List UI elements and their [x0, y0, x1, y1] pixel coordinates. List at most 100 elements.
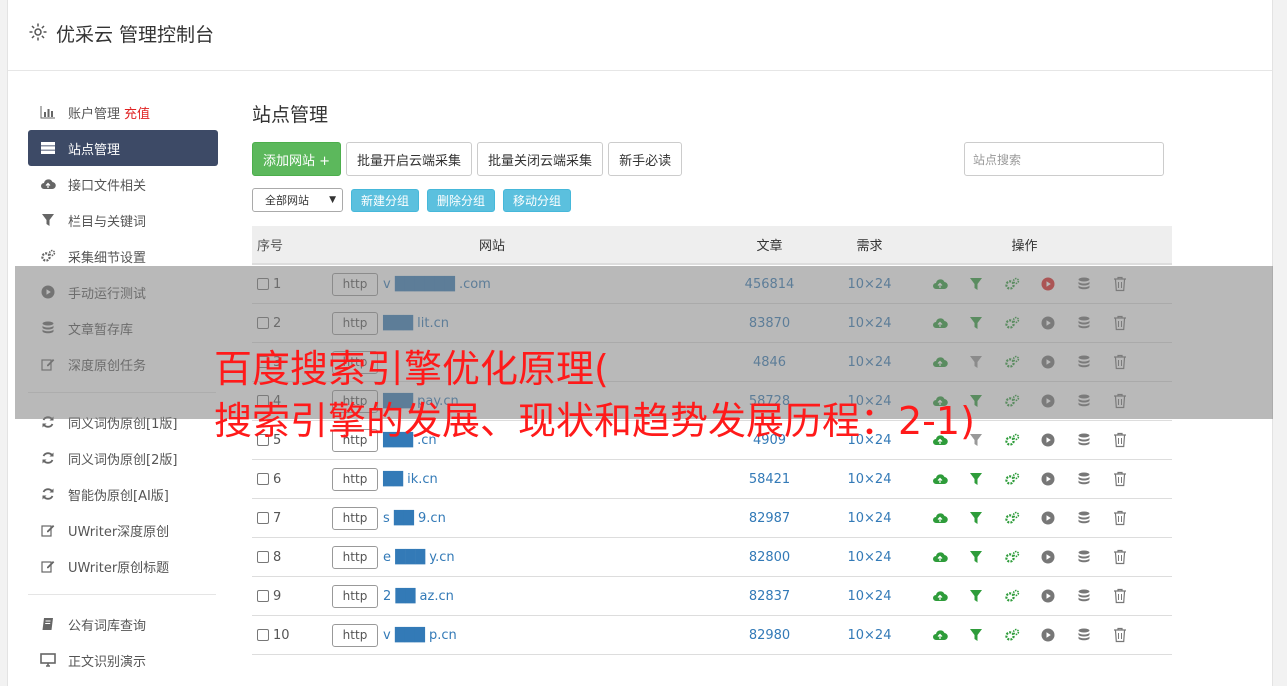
play-circle-icon[interactable] [1030, 508, 1066, 528]
move-group-button[interactable]: 移动分组 [503, 188, 572, 212]
article-count[interactable]: 82987 [712, 511, 827, 526]
sidebar-item-main-1[interactable]: 账户管理 充值 [28, 94, 218, 130]
trash-icon[interactable] [1102, 625, 1138, 645]
need-value[interactable]: 10×24 [827, 589, 912, 604]
trash-icon[interactable] [1102, 469, 1138, 489]
row-number: 8 [273, 549, 282, 565]
cloud-upload-icon[interactable] [922, 508, 958, 528]
gears-icon [39, 248, 57, 264]
filter-icon[interactable] [958, 586, 994, 606]
sidebar-item-tools-2[interactable]: 正文识别演示 [28, 642, 218, 678]
sidebar-item-main-2[interactable]: 站点管理 [28, 130, 218, 166]
cloud-upload-icon [39, 176, 57, 192]
database-icon[interactable] [1066, 469, 1102, 489]
overlay-line-1: 百度搜索引擎优化原理( [214, 347, 609, 391]
trash-icon[interactable] [1102, 547, 1138, 567]
new-group-button[interactable]: 新建分组 [351, 188, 420, 212]
sidebar-item-rewrite-4[interactable]: UWriter深度原创 [28, 512, 218, 548]
site-search-input[interactable]: 站点搜索 [964, 142, 1164, 176]
sidebar-item-rewrite-5[interactable]: UWriter原创标题 [28, 548, 218, 584]
add-site-button[interactable]: 添加网站 + [252, 142, 342, 176]
cloud-upload-icon[interactable] [922, 625, 958, 645]
need-value[interactable]: 10×24 [827, 628, 912, 643]
row-actions [912, 508, 1172, 528]
trash-icon[interactable] [1102, 586, 1138, 606]
sidebar-item-tools-1[interactable]: 公有词库查询 [28, 606, 218, 642]
need-value[interactable]: 10×24 [827, 472, 912, 487]
site-cell: http e ███ y.cn [332, 545, 712, 569]
row-checkbox[interactable] [257, 512, 269, 524]
site-domain-link[interactable]: e ███ y.cn [383, 550, 455, 565]
play-circle-icon[interactable] [1030, 586, 1066, 606]
sidebar-item-main-4[interactable]: 栏目与关键词 [28, 202, 218, 238]
article-count[interactable]: 58421 [712, 472, 827, 487]
filter-icon[interactable] [958, 547, 994, 567]
site-cell: http s ██ 9.cn [332, 506, 712, 530]
sidebar-item-rewrite-2[interactable]: 同义词伪原创[2版] [28, 440, 218, 476]
sidebar-item-label: 栏目与关键词 [68, 214, 147, 230]
row-checkbox[interactable] [257, 473, 269, 485]
article-count[interactable]: 82837 [712, 589, 827, 604]
row-actions [912, 586, 1172, 606]
gears-icon[interactable] [994, 469, 1030, 489]
table-row: 8 http e ███ y.cn 82800 10×24 [252, 538, 1172, 577]
delete-group-button[interactable]: 删除分组 [427, 188, 496, 212]
row-number-cell: 6 [252, 472, 332, 487]
cloud-upload-icon[interactable] [922, 586, 958, 606]
cloud-upload-icon[interactable] [922, 469, 958, 489]
protocol-badge[interactable]: http [332, 545, 378, 569]
sidebar-item-label: UWriter原创标题 [68, 560, 170, 576]
beginner-guide-button[interactable]: 新手必读 [608, 142, 683, 176]
need-value[interactable]: 10×24 [827, 550, 912, 565]
database-icon[interactable] [1066, 625, 1102, 645]
site-filter-select[interactable]: 全部网站 ▼ [252, 188, 343, 212]
database-icon[interactable] [1066, 508, 1102, 528]
row-checkbox[interactable] [257, 551, 269, 563]
chevron-down-icon: ▼ [329, 195, 336, 205]
recharge-link[interactable]: 充值 [124, 103, 150, 122]
sidebar-item-main-3[interactable]: 接口文件相关 [28, 166, 218, 202]
protocol-badge[interactable]: http [332, 506, 378, 530]
sidebar-item-rewrite-3[interactable]: 智能伪原创[AI版] [28, 476, 218, 512]
sidebar-item-label: UWriter深度原创 [68, 524, 170, 540]
row-number-cell: 8 [252, 550, 332, 565]
site-domain-link[interactable]: 2 ██ az.cn [383, 589, 454, 604]
site-domain-link[interactable]: s ██ 9.cn [383, 511, 446, 526]
filter-icon[interactable] [958, 508, 994, 528]
article-count[interactable]: 82800 [712, 550, 827, 565]
gears-icon[interactable] [994, 586, 1030, 606]
article-count[interactable]: 82980 [712, 628, 827, 643]
site-domain-link[interactable]: ██ ik.cn [383, 472, 438, 487]
trash-icon[interactable] [1102, 508, 1138, 528]
site-domain-link[interactable]: v ███ p.cn [383, 628, 457, 643]
row-checkbox[interactable] [257, 629, 269, 641]
play-circle-icon[interactable] [1030, 547, 1066, 567]
sidebar-item-label: 接口文件相关 [68, 178, 147, 194]
protocol-badge[interactable]: http [332, 584, 378, 608]
row-checkbox[interactable] [257, 590, 269, 602]
overlay-headline: 百度搜索引擎优化原理( 搜索引擎的发展、现状和趋势发展历程：2-1) [214, 343, 1214, 447]
database-icon[interactable] [1066, 547, 1102, 567]
sidebar-item-label: 智能伪原创[AI版] [68, 488, 169, 504]
site-cell: http v ███ p.cn [332, 623, 712, 647]
gears-icon[interactable] [994, 625, 1030, 645]
play-circle-icon[interactable] [1030, 625, 1066, 645]
database-icon[interactable] [1066, 586, 1102, 606]
header-ops: 操作 [1011, 239, 1038, 254]
table-header: 序号 网站 文章 需求 操作 [252, 226, 1172, 265]
filter-icon[interactable] [958, 625, 994, 645]
batch-close-cloud-button[interactable]: 批量关闭云端采集 [477, 142, 604, 176]
sidebar-item-label: 账户管理 [68, 106, 121, 122]
filter-icon[interactable] [958, 469, 994, 489]
protocol-badge[interactable]: http [332, 467, 378, 491]
gear-icon [29, 23, 47, 41]
protocol-badge[interactable]: http [332, 623, 378, 647]
cloud-upload-icon[interactable] [922, 547, 958, 567]
sidebar-item-label: 正文识别演示 [68, 654, 147, 670]
batch-open-cloud-button[interactable]: 批量开启云端采集 [346, 142, 473, 176]
play-circle-icon[interactable] [1030, 469, 1066, 489]
main-content: 站点管理 添加网站 + 批量开启云端采集 批量关闭云端采集 新手必读 站点搜索 … [252, 100, 1172, 655]
need-value[interactable]: 10×24 [827, 511, 912, 526]
gears-icon[interactable] [994, 547, 1030, 567]
gears-icon[interactable] [994, 508, 1030, 528]
